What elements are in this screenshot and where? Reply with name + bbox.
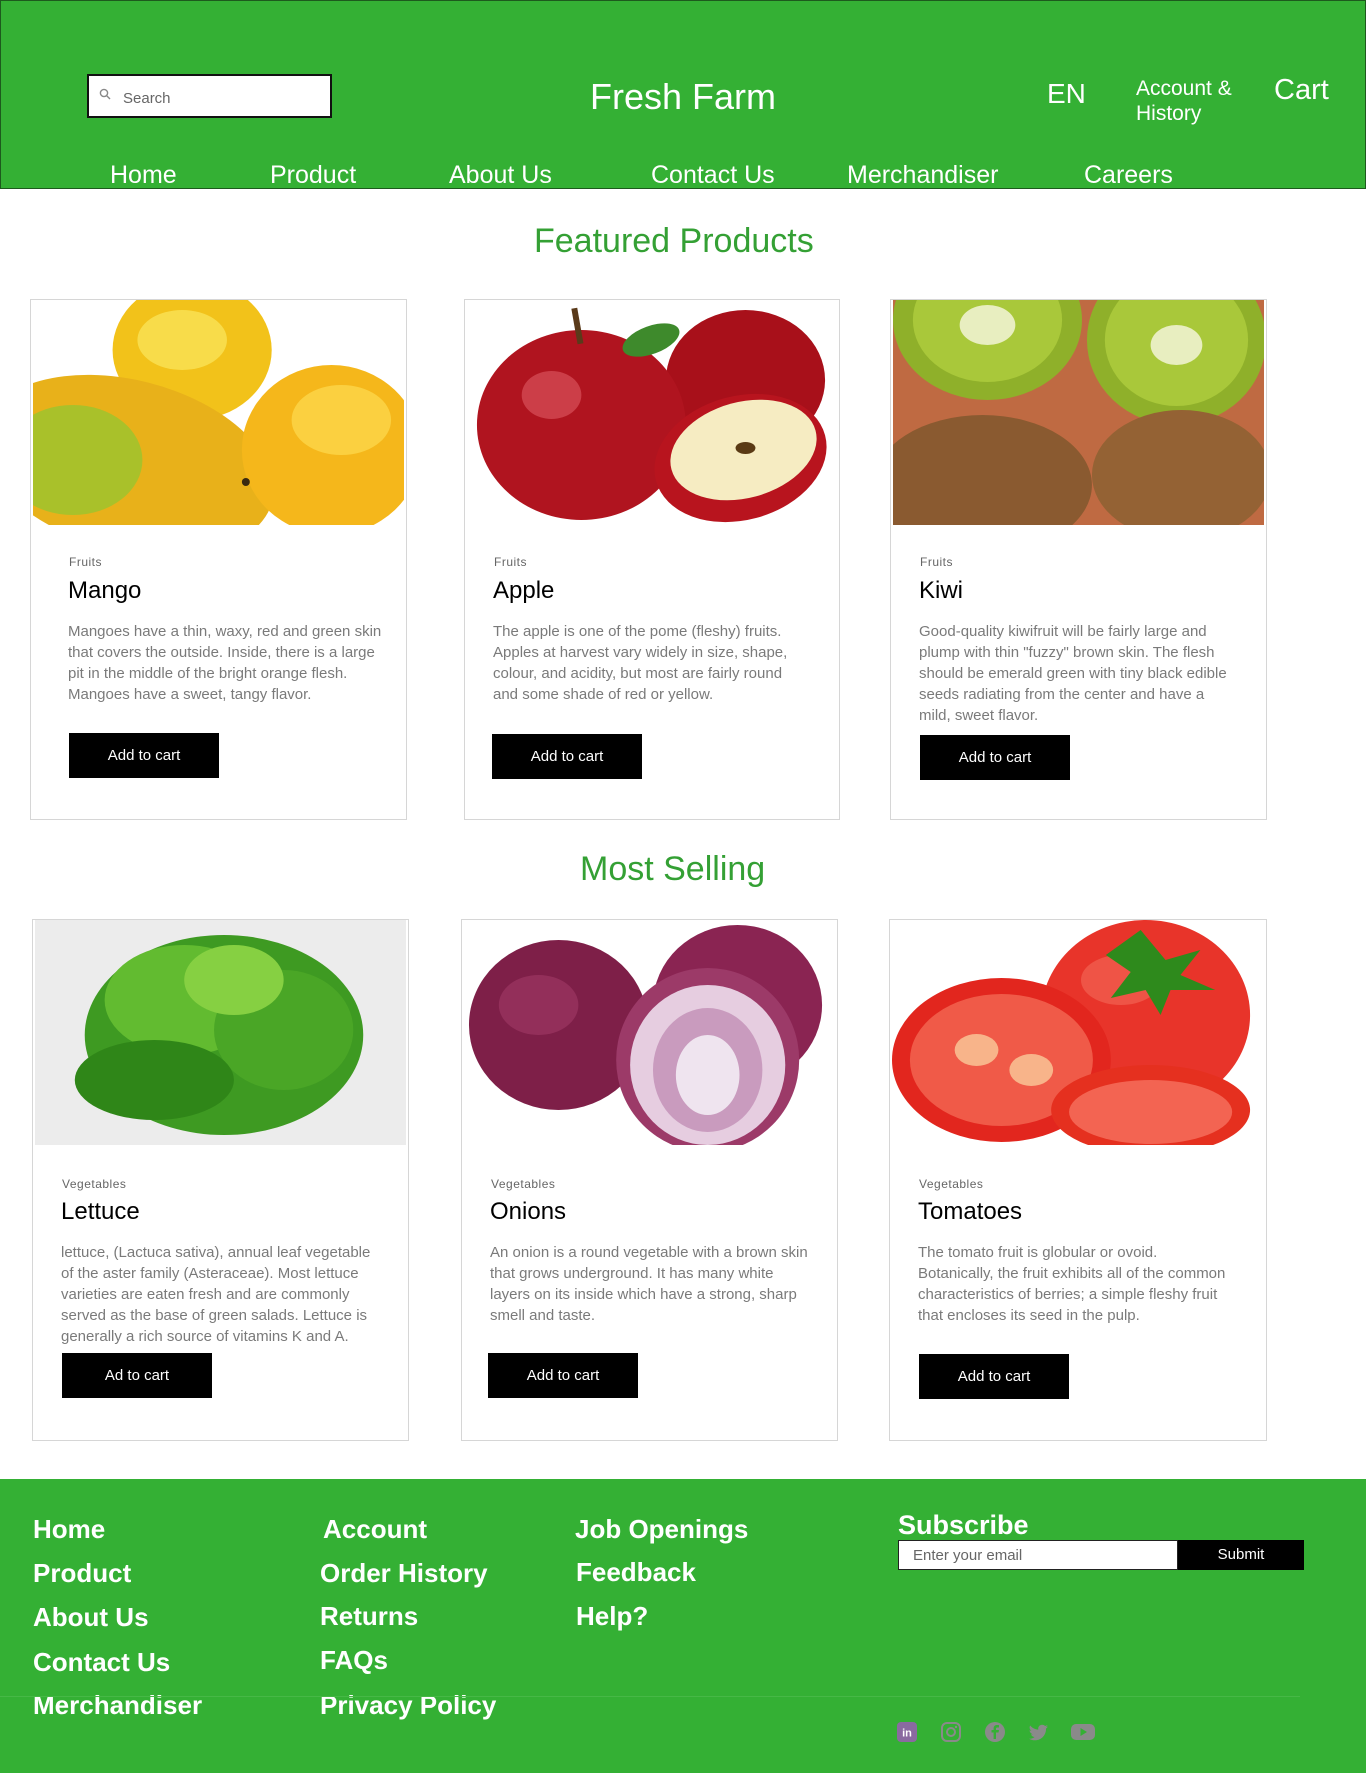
onions-image [464,920,835,1145]
product-description: An onion is a round vegetable with a bro… [490,1244,808,1324]
footer-link-help[interactable]: Help? [576,1601,648,1632]
nav-about-us[interactable]: About Us [449,161,552,190]
add-to-cart-button[interactable]: Ad to cart [62,1353,212,1398]
footer-link-privacy-policy[interactable]: Privacy Policy [320,1690,496,1721]
product-description: Mangoes have a thin, waxy, red and green… [68,623,382,703]
add-to-cart-button[interactable]: Add to cart [920,735,1070,780]
product-category: Vegetables [919,1177,984,1191]
add-to-cart-button[interactable]: Add to cart [919,1354,1069,1399]
linkedin-icon[interactable]: in [896,1721,918,1743]
nav-contact-us[interactable]: Contact Us [651,161,775,190]
product-name: Kiwi [919,577,964,604]
product-card-kiwi: Fruits Kiwi Good-quality kiwifruit will … [890,299,1267,820]
subscribe-submit-button[interactable]: Submit [1178,1540,1304,1570]
apple-image [467,300,837,525]
nav-product[interactable]: Product [270,161,356,190]
kiwi-image [893,300,1264,525]
footer-link-faqs[interactable]: FAQs [320,1645,388,1676]
footer-link-job-openings[interactable]: Job Openings [575,1514,748,1545]
subscribe-title: Subscribe [898,1510,1029,1540]
mango-image [33,300,404,525]
footer-link-about-us[interactable]: About Us [33,1602,149,1633]
product-category: Vegetables [62,1177,127,1191]
search-input[interactable] [121,85,325,111]
cart-link[interactable]: Cart [1274,74,1329,107]
product-card-lettuce: Vegetables Lettuce lettuce, (Lactuca sat… [32,919,409,1441]
footer-link-contact-us[interactable]: Contact Us [33,1647,170,1678]
product-name: Apple [493,577,555,604]
instagram-icon[interactable] [940,1721,962,1743]
footer-divider [0,1696,1300,1697]
add-to-cart-button[interactable]: Add to cart [492,734,642,779]
add-to-cart-button[interactable]: Add to cart [488,1353,638,1398]
tomatoes-image [892,920,1264,1145]
twitter-icon[interactable] [1028,1721,1050,1743]
product-description: The apple is one of the pome (fleshy) fr… [493,623,788,703]
product-card-mango: Fruits Mango Mangoes have a thin, waxy, … [30,299,407,820]
most-selling-title: Most Selling [580,850,766,888]
svg-text:in: in [902,1728,912,1740]
product-name: Mango [68,577,142,604]
account-history-link[interactable]: Account & History [1136,76,1256,126]
nav-merchandiser[interactable]: Merchandiser [847,161,998,190]
nav-careers[interactable]: Careers [1084,161,1173,190]
email-field[interactable] [898,1540,1178,1570]
featured-products-title: Featured Products [534,222,814,260]
lettuce-image [35,920,406,1145]
facebook-icon[interactable] [984,1721,1006,1743]
product-card-tomatoes: Vegetables Tomatoes The tomato fruit is … [889,919,1267,1441]
footer-link-order-history[interactable]: Order History [320,1558,488,1589]
product-name: Onions [490,1198,567,1225]
product-category: Fruits [920,555,953,569]
product-description: lettuce, (Lactuca sativa), annual leaf v… [61,1244,371,1345]
site-logo-text[interactable]: Fresh Farm [590,76,776,118]
product-description: Good-quality kiwifruit will be fairly la… [919,623,1227,724]
product-card-onions: Vegetables Onions An onion is a round ve… [461,919,838,1441]
footer-link-merchandiser[interactable]: Merchandiser [33,1690,202,1721]
footer-link-home[interactable]: Home [33,1514,105,1545]
search-box[interactable] [87,74,332,118]
youtube-icon[interactable] [1070,1721,1096,1743]
language-selector[interactable]: EN [1047,78,1086,110]
nav-home[interactable]: Home [110,161,177,190]
add-to-cart-button[interactable]: Add to cart [69,733,219,778]
product-name: Tomatoes [918,1198,1023,1225]
product-category: Fruits [494,555,527,569]
footer-link-product[interactable]: Product [33,1558,131,1589]
product-category: Fruits [69,555,102,569]
footer-link-feedback[interactable]: Feedback [576,1557,696,1588]
product-description: The tomato fruit is globular or ovoid. B… [918,1244,1226,1324]
product-name: Lettuce [61,1198,140,1225]
product-category: Vegetables [491,1177,556,1191]
search-icon [99,88,111,100]
footer-link-returns[interactable]: Returns [320,1601,418,1632]
footer-link-account[interactable]: Account [323,1514,427,1545]
product-card-apple: Fruits Apple The apple is one of the pom… [464,299,840,820]
